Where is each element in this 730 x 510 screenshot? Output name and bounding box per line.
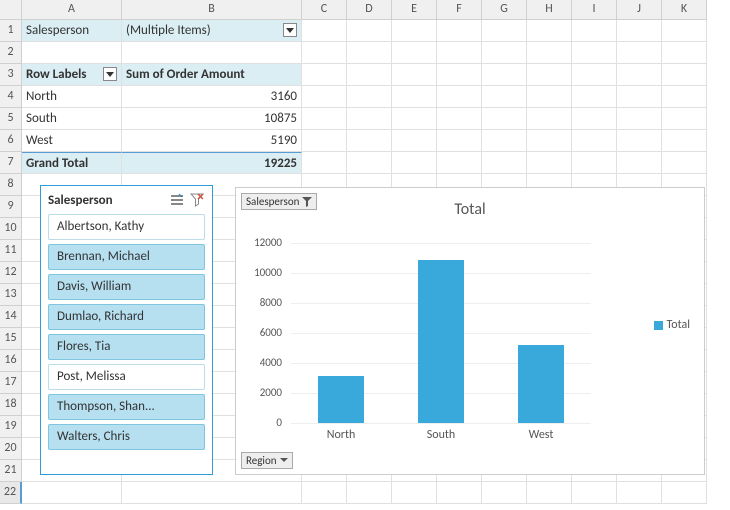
x-tick-label: South — [391, 428, 491, 442]
dropdown-icon — [280, 454, 288, 467]
x-tick-label: West — [491, 428, 591, 442]
pivot-page-field: Salesperson — [22, 20, 122, 42]
row-header-10[interactable]: 10 — [0, 218, 22, 240]
pivot-row-label: West — [22, 130, 122, 152]
col-header-E[interactable]: E — [392, 0, 437, 20]
row-header-3[interactable]: 3 — [0, 64, 22, 86]
multiselect-icon[interactable] — [169, 192, 185, 208]
col-header-G[interactable]: G — [482, 0, 527, 20]
slicer-item[interactable]: Brennan, Michael — [48, 244, 205, 270]
col-header-A[interactable]: A — [22, 0, 122, 20]
row-headers: 12345678910111213141516171819202122 — [0, 20, 22, 504]
row-header-22[interactable]: 22 — [0, 482, 22, 504]
select-all-corner[interactable] — [0, 0, 22, 20]
column-headers: ABCDEFGHIJK — [22, 0, 707, 20]
y-axis: 020004000600080001000012000 — [246, 236, 286, 426]
row-header-12[interactable]: 12 — [0, 262, 22, 284]
slicer-item[interactable]: Albertson, Kathy — [48, 214, 205, 240]
slicer-item[interactable]: Thompson, Shan... — [48, 394, 205, 420]
pivot-total-label: Grand Total — [22, 152, 122, 174]
slicer-salesperson[interactable]: Salesperson Albertson, Kathy Brennan, Mic… — [40, 185, 213, 475]
legend-swatch — [654, 321, 663, 330]
row-header-13[interactable]: 13 — [0, 284, 22, 306]
row-header-17[interactable]: 17 — [0, 372, 22, 394]
row-header-21[interactable]: 21 — [0, 460, 22, 482]
row-header-20[interactable]: 20 — [0, 438, 22, 460]
chart-page-filter-button[interactable]: Salesperson — [241, 193, 317, 210]
row-header-4[interactable]: 4 — [0, 86, 22, 108]
row-header-14[interactable]: 14 — [0, 306, 22, 328]
col-header-D[interactable]: D — [347, 0, 392, 20]
slicer-title: Salesperson — [48, 193, 165, 208]
x-axis: NorthSouthWest — [291, 428, 591, 442]
filter-dropdown-icon[interactable] — [103, 67, 117, 81]
col-header-K[interactable]: K — [662, 0, 707, 20]
row-header-9[interactable]: 9 — [0, 196, 22, 218]
funnel-icon — [302, 197, 312, 207]
x-tick-label: North — [291, 428, 391, 442]
slicer-item[interactable]: Post, Melissa — [48, 364, 205, 390]
chart-page-filter-label: Salesperson — [246, 195, 299, 208]
row-header-16[interactable]: 16 — [0, 350, 22, 372]
row-header-19[interactable]: 19 — [0, 416, 22, 438]
pivot-row-label: North — [22, 86, 122, 108]
row-header-1[interactable]: 1 — [0, 20, 22, 42]
row-header-6[interactable]: 6 — [0, 130, 22, 152]
pivot-row-value: 5190 — [122, 130, 302, 152]
chart-axis-filter-button[interactable]: Region — [241, 452, 293, 469]
slicer-item[interactable]: Dumlao, Richard — [48, 304, 205, 330]
filter-dropdown-icon[interactable] — [283, 23, 297, 37]
plot-area — [291, 243, 591, 423]
pivot-value-header: Sum of Order Amount — [122, 64, 302, 86]
clear-filter-icon[interactable] — [189, 192, 205, 208]
pivot-row-label: South — [22, 108, 122, 130]
pivot-total-value: 19225 — [122, 152, 302, 174]
row-header-8[interactable]: 8 — [0, 174, 22, 196]
legend-label: Total — [667, 318, 690, 332]
legend: Total — [654, 318, 690, 332]
col-header-C[interactable]: C — [302, 0, 347, 20]
col-header-B[interactable]: B — [122, 0, 302, 20]
chart-axis-filter-label: Region — [246, 454, 277, 467]
bar[interactable] — [518, 345, 564, 423]
pivot-row-value: 3160 — [122, 86, 302, 108]
pivot-page-value-cell: (Multiple Items) — [122, 20, 302, 42]
slicer-item[interactable]: Davis, William — [48, 274, 205, 300]
bar[interactable] — [318, 376, 364, 423]
col-header-H[interactable]: H — [527, 0, 572, 20]
row-header-15[interactable]: 15 — [0, 328, 22, 350]
slicer-item[interactable]: Walters, Chris — [48, 424, 205, 450]
row-header-2[interactable]: 2 — [0, 42, 22, 64]
pivot-chart[interactable]: Salesperson Region Total 020004000600080… — [235, 187, 705, 475]
slicer-item[interactable]: Flores, Tia — [48, 334, 205, 360]
col-header-I[interactable]: I — [572, 0, 617, 20]
pivot-page-value: (Multiple Items) — [126, 23, 211, 38]
row-header-7[interactable]: 7 — [0, 152, 22, 174]
pivot-row-value: 10875 — [122, 108, 302, 130]
pivot-row-header: Row Labels — [22, 64, 122, 86]
row-header-11[interactable]: 11 — [0, 240, 22, 262]
row-header-5[interactable]: 5 — [0, 108, 22, 130]
row-header-18[interactable]: 18 — [0, 394, 22, 416]
bar[interactable] — [418, 260, 464, 423]
col-header-J[interactable]: J — [617, 0, 662, 20]
col-header-F[interactable]: F — [437, 0, 482, 20]
